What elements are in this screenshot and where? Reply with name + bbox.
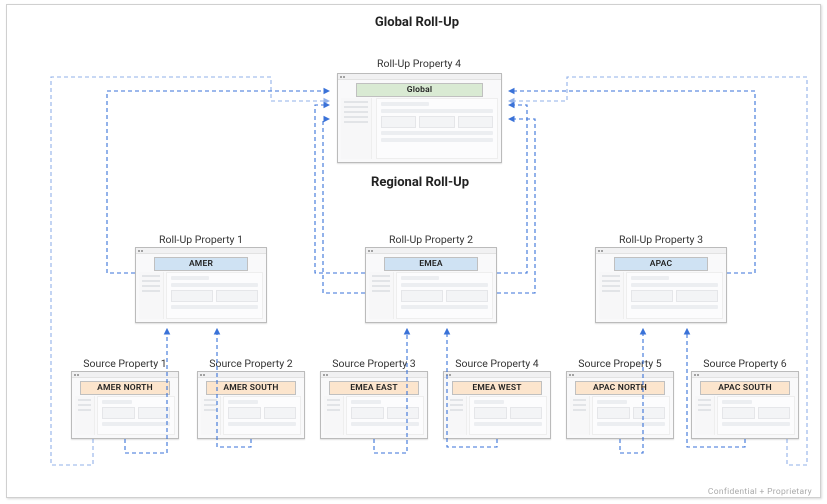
label-source-4: Source Property 4 [455,357,538,370]
band-source-4-text: EMEA WEST [472,383,521,393]
card-body [201,396,301,435]
card-chrome [444,372,550,378]
band-source-5-text: APAC NORTH [593,383,647,393]
card-source-6: APAC SOUTH [691,371,799,439]
band-apac: APAC [614,257,708,271]
band-source-2: AMER SOUTH [206,381,296,395]
watermark: Confidential + Proprietary [708,487,812,497]
card-source-3: EMEA EAST [320,371,428,439]
band-emea-text: EMEA [419,259,443,269]
card-body [324,396,424,435]
band-source-5: APAC NORTH [575,381,665,395]
band-source-3: EMEA EAST [329,381,419,395]
band-emea: EMEA [384,257,478,271]
label-source-6: Source Property 6 [703,357,786,370]
label-rollup-1: Roll-Up Property 1 [159,233,243,246]
band-source-4: EMEA WEST [452,381,542,395]
card-region-amer: AMER [135,247,267,323]
label-source-2: Source Property 2 [209,357,292,370]
band-source-1: AMER NORTH [80,381,170,395]
card-source-2: AMER SOUTH [197,371,305,439]
card-chrome [321,372,427,378]
card-source-1: AMER NORTH [71,371,179,439]
card-source-5: APAC NORTH [566,371,674,439]
card-body [447,396,547,435]
band-apac-text: APAC [650,259,672,269]
band-amer: AMER [154,257,248,271]
card-region-emea: EMEA [365,247,497,323]
band-source-2-text: AMER SOUTH [223,383,278,393]
label-rollup-3: Roll-Up Property 3 [619,233,703,246]
card-chrome [567,372,673,378]
card-chrome [692,372,798,378]
card-body [695,396,795,435]
band-global: Global [356,83,483,97]
card-chrome [596,248,726,254]
band-source-6: APAC SOUTH [700,381,790,395]
card-region-apac: APAC [595,247,727,323]
card-chrome [338,74,501,80]
card-body [139,272,263,319]
label-source-1: Source Property 1 [83,357,166,370]
card-global: Global [337,73,502,163]
card-chrome [72,372,178,378]
band-amer-text: AMER [189,259,213,269]
card-source-4: EMEA WEST [443,371,551,439]
card-chrome [198,372,304,378]
band-source-3-text: EMEA EAST [350,383,398,393]
card-chrome [366,248,496,254]
label-rollup-4: Roll-Up Property 4 [377,57,461,70]
label-rollup-2: Roll-Up Property 2 [389,233,473,246]
card-chrome [136,248,266,254]
diagram-frame: Global Roll-Up Regional Roll-Up Roll-Up … [6,4,821,498]
card-body [341,98,498,159]
card-body [75,396,175,435]
band-source-1-text: AMER NORTH [97,383,153,393]
label-source-5: Source Property 5 [578,357,661,370]
title-regional: Regional Roll-Up [371,175,469,190]
title-global: Global Roll-Up [375,15,459,30]
band-source-6-text: APAC SOUTH [718,383,772,393]
label-source-3: Source Property 3 [332,357,415,370]
card-body [369,272,493,319]
card-body [570,396,670,435]
card-body [599,272,723,319]
band-global-text: Global [407,85,433,95]
